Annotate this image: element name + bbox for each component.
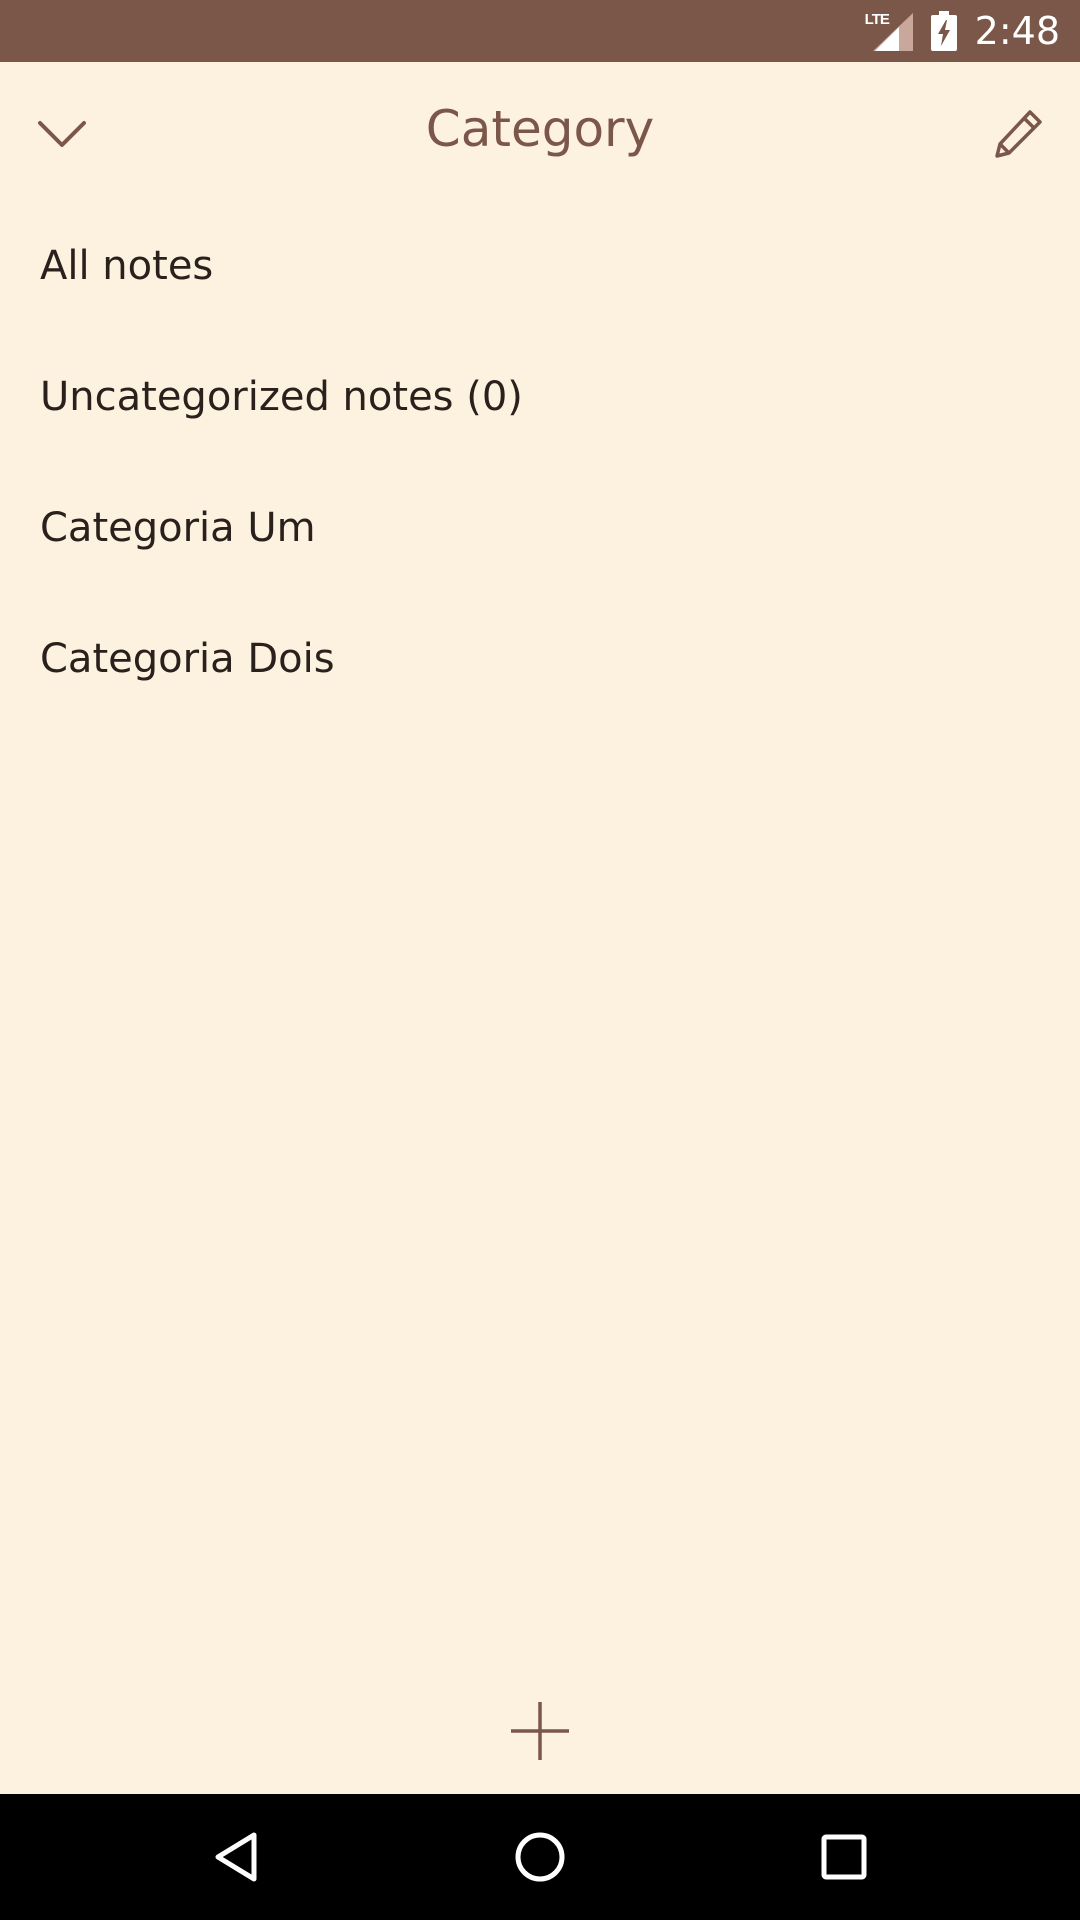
page-title: Category [425, 100, 655, 158]
category-label: All notes [40, 242, 214, 289]
app-header: Category [0, 62, 1080, 202]
signal-strength-icon [872, 13, 913, 51]
status-icons: LTE 2:48 [865, 0, 1060, 62]
pencil-icon [995, 110, 1042, 158]
category-item-all-notes[interactable]: All notes [0, 200, 1080, 331]
category-item-categoria-dois[interactable]: Categoria Dois [0, 593, 1080, 724]
category-screen: LTE 2:48 Category All notes Uncategorize… [0, 0, 1080, 1920]
category-label: Categoria Um [40, 504, 316, 551]
recents-button[interactable] [809, 1822, 879, 1892]
category-item-categoria-um[interactable]: Categoria Um [0, 462, 1080, 593]
add-category-button[interactable] [502, 1693, 578, 1769]
category-list: All notes Uncategorized notes (0) Catego… [0, 200, 1080, 724]
plus-icon [511, 1702, 569, 1760]
lte-signal-icon: LTE [865, 11, 913, 51]
category-label: Uncategorized notes (0) [40, 373, 523, 420]
battery-charging-icon [930, 11, 957, 51]
category-item-uncategorized[interactable]: Uncategorized notes (0) [0, 331, 1080, 462]
status-time: 2:48 [974, 9, 1060, 53]
home-button[interactable] [505, 1822, 575, 1892]
edit-categories-button[interactable] [986, 102, 1050, 166]
home-icon [515, 1832, 565, 1882]
status-bar: LTE 2:48 [0, 0, 1080, 62]
back-icon [215, 1832, 257, 1882]
category-label: Categoria Dois [40, 635, 335, 682]
back-button[interactable] [201, 1822, 271, 1892]
system-nav-bar [0, 1794, 1080, 1920]
recents-icon [821, 1834, 867, 1880]
